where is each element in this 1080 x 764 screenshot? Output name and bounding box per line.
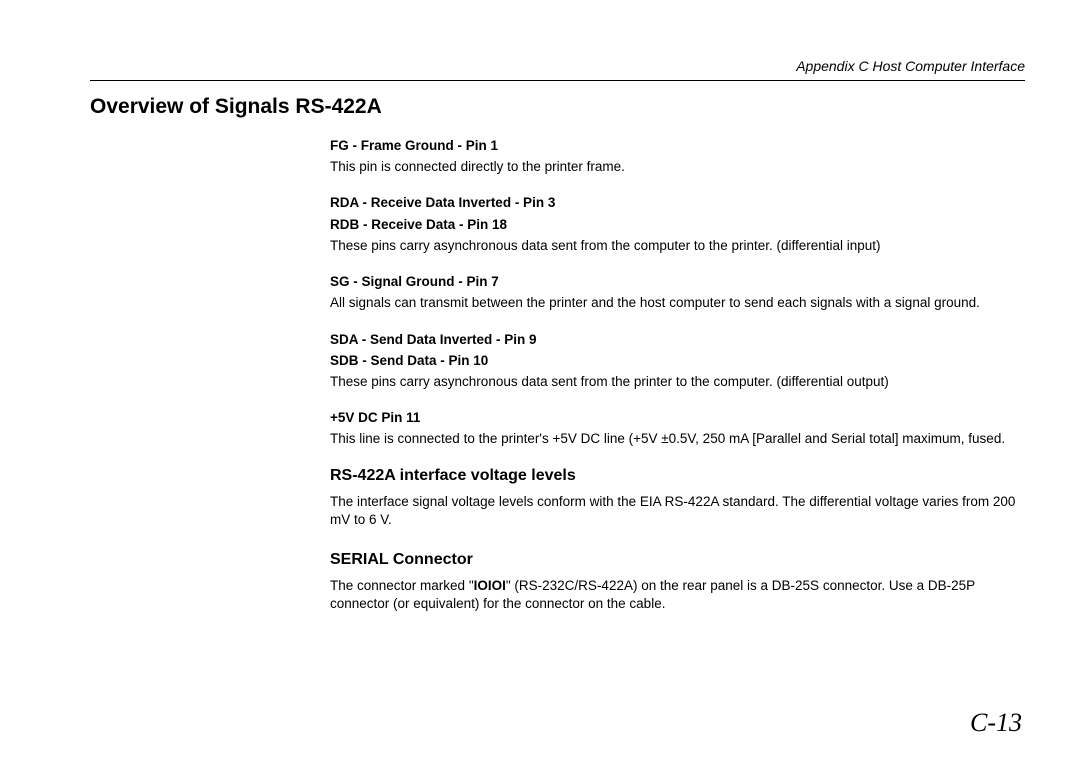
signal-sda: SDA - Send Data Inverted - Pin 9 SDB - S… — [90, 331, 1025, 392]
signal-fg-heading: FG - Frame Ground - Pin 1 — [330, 137, 1025, 155]
serial-desc-bold: IOIOI — [474, 578, 506, 593]
header-appendix: Appendix C — [796, 58, 868, 74]
signal-sda-heading1: SDA - Send Data Inverted - Pin 9 — [330, 331, 1025, 349]
signal-sda-heading2: SDB - Send Data - Pin 10 — [330, 352, 1025, 370]
serial-section: SERIAL Connector The connector marked "I… — [90, 551, 1025, 613]
signal-fg-desc: This pin is connected directly to the pr… — [330, 158, 1025, 176]
signal-fg: FG - Frame Ground - Pin 1 This pin is co… — [90, 137, 1025, 176]
page-container: Appendix C Host Computer Interface Overv… — [0, 0, 1080, 676]
serial-heading: SERIAL Connector — [90, 551, 1025, 569]
page-header: Appendix C Host Computer Interface — [90, 58, 1025, 81]
signal-v5-desc: This line is connected to the printer's … — [330, 430, 1025, 448]
signal-sg-desc: All signals can transmit between the pri… — [330, 294, 1025, 312]
signal-sg-heading: SG - Signal Ground - Pin 7 — [330, 273, 1025, 291]
signal-v5: +5V DC Pin 11 This line is connected to … — [90, 409, 1025, 448]
voltage-desc: The interface signal voltage levels conf… — [330, 493, 1025, 529]
serial-desc-pre: The connector marked " — [330, 578, 474, 593]
voltage-heading: RS-422A interface voltage levels — [90, 467, 1025, 485]
serial-desc-block: The connector marked "IOIOI" (RS-232C/RS… — [90, 577, 1025, 613]
header-title: Host Computer Interface — [869, 58, 1025, 74]
main-heading: Overview of Signals RS-422A — [90, 95, 1025, 119]
signal-rda-heading1: RDA - Receive Data Inverted - Pin 3 — [330, 194, 1025, 212]
signal-rda-desc: These pins carry asynchronous data sent … — [330, 237, 1025, 255]
voltage-section: RS-422A interface voltage levels The int… — [90, 467, 1025, 529]
signal-sda-desc: These pins carry asynchronous data sent … — [330, 373, 1025, 391]
page-number: C-13 — [970, 708, 1022, 738]
signal-rda-heading2: RDB - Receive Data - Pin 18 — [330, 216, 1025, 234]
voltage-desc-block: The interface signal voltage levels conf… — [90, 493, 1025, 529]
serial-desc: The connector marked "IOIOI" (RS-232C/RS… — [330, 577, 1025, 613]
signal-rda: RDA - Receive Data Inverted - Pin 3 RDB … — [90, 194, 1025, 255]
signal-sg: SG - Signal Ground - Pin 7 All signals c… — [90, 273, 1025, 312]
signal-v5-heading: +5V DC Pin 11 — [330, 409, 1025, 427]
